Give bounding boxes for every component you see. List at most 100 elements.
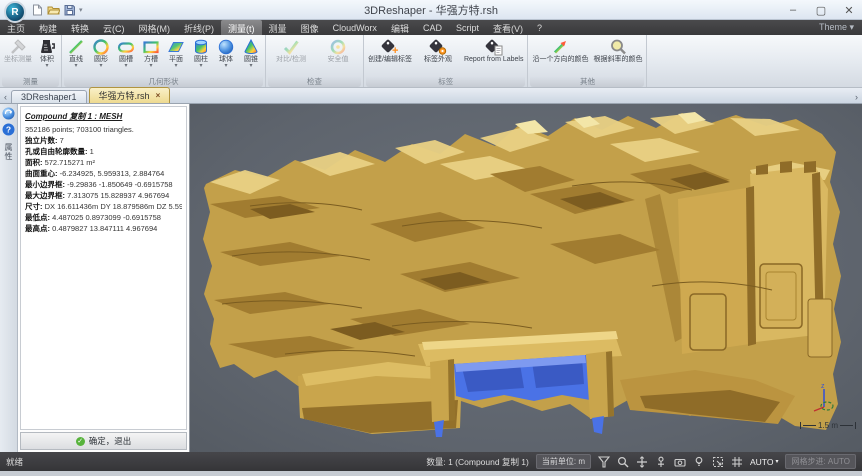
light-icon[interactable] [693, 456, 705, 468]
property-bbox-min: 最小边界框: -9.29836 -1.850649 -0.6915758 [25, 179, 182, 190]
caliper-icon [9, 37, 27, 56]
chevron-down-icon[interactable]: ▾ [99, 64, 102, 69]
chevron-down-icon[interactable]: ▾ [249, 64, 252, 69]
ribbon-group-inspect: 对比/检测 安全值 检查 [266, 35, 364, 87]
menu-bar: 主页 构建 转换 云(C) 网格(M) 折线(P) 测量(t) 测量 图像 Cl… [0, 20, 862, 35]
round-slot-shape-icon [117, 37, 135, 56]
grid-icon[interactable] [731, 456, 743, 468]
ribbon-empty-area [647, 35, 862, 87]
doc-tab-huaqiangfangte[interactable]: 华强方特.rsh × [89, 87, 171, 103]
minimize-button[interactable]: – [786, 4, 800, 16]
ribbon-group-label-measure: 测量 [2, 76, 59, 87]
coordinate-measure-button[interactable]: 坐标测量 [2, 36, 34, 65]
color-by-slope-button[interactable]: 根据斜率的颜色 [591, 36, 644, 65]
property-independent-pieces: 独立片数: 7 [25, 135, 182, 146]
chevron-down-icon[interactable]: ▾ [149, 64, 152, 69]
grid-step-indicator: 网格步进: AUTO [785, 454, 856, 469]
maximize-button[interactable]: ▢ [814, 4, 828, 17]
menu-tab-image[interactable]: 图像 [294, 20, 326, 35]
gradient-arrow-icon [551, 37, 569, 56]
app-window: R ▾ 3DReshaper - 华强方特.rsh – ▢ ✕ 主页 构建 转换… [0, 0, 862, 476]
tab-scroll-right-icon[interactable]: › [853, 92, 860, 103]
scale-bar-label: 1.5 m [818, 421, 838, 430]
camera-orientation-icon[interactable] [674, 456, 686, 468]
theme-selector[interactable]: Theme ▾ [819, 22, 854, 33]
rotation-center-icon[interactable] [655, 456, 667, 468]
menu-tab-cloud[interactable]: 云(C) [96, 20, 132, 35]
create-edit-label-button[interactable]: + 创建/编辑标签 [366, 36, 414, 65]
checkmark-icon [282, 37, 300, 56]
axis-z-label: z [821, 383, 825, 390]
filter-icon[interactable] [598, 456, 610, 468]
auto-dropdown[interactable]: AUTO▾ [750, 457, 778, 467]
menu-tab-convert[interactable]: 转换 [64, 20, 96, 35]
menu-tab-probe[interactable]: 测量 [262, 20, 294, 35]
label-appearance-button[interactable]: 标签外观 [415, 36, 461, 65]
chevron-down-icon[interactable]: ▾ [199, 64, 202, 69]
menu-tab-edit[interactable]: 编辑 [384, 20, 416, 35]
line-shape-icon [67, 37, 85, 56]
chevron-down-icon[interactable]: ▾ [124, 64, 127, 69]
help-icon[interactable]: ? [2, 123, 15, 136]
menu-tab-construct[interactable]: 构建 [32, 20, 64, 35]
line-tool-button[interactable]: 直线▾ [64, 36, 88, 70]
cone-shape-icon [242, 37, 260, 56]
safety-value-button[interactable]: 安全值 [315, 36, 361, 65]
confirm-exit-button[interactable]: ✓ 确定，退出 [20, 432, 187, 450]
property-holes-contours: 孔或自由轮廓数量: 1 [25, 146, 182, 157]
property-surface-centroid: 曲面重心: -6.234925, 5.959313, 2.884764 [25, 168, 182, 179]
ribbon-group-labels: + 创建/编辑标签 标签外观 Report from Labels 标签 [364, 35, 528, 87]
tab-scroll-left-icon[interactable]: ‹ [2, 92, 9, 103]
tab-close-icon[interactable]: × [156, 91, 161, 100]
status-units[interactable]: 当前单位: m [536, 454, 591, 469]
ribbon-group-label-geometry: 几何形状 [64, 76, 263, 87]
menu-tab-mesh[interactable]: 网格(M) [132, 20, 178, 35]
doc-tab-3dreshaper1[interactable]: 3DReshaper1 [11, 90, 87, 103]
chevron-down-icon[interactable]: ▾ [174, 64, 177, 69]
selection-mode-icon[interactable] [712, 456, 724, 468]
sphere-tool-button[interactable]: 球体▾ [214, 36, 238, 70]
menu-tab-polyline[interactable]: 折线(P) [177, 20, 221, 35]
menu-tab-cloudworx[interactable]: CloudWorx [326, 20, 384, 35]
properties-dock-tab[interactable]: 属性 [3, 143, 14, 161]
rect-slot-tool-button[interactable]: 方槽▾ [139, 36, 163, 70]
round-slot-tool-button[interactable]: 圆槽▾ [114, 36, 138, 70]
menu-tab-view[interactable]: 查看(V) [486, 20, 530, 35]
viewport-3d[interactable]: z 1.5 m [190, 104, 862, 452]
rotate-view-icon[interactable] [2, 107, 15, 120]
circle-shape-icon [92, 37, 110, 56]
menu-tab-help[interactable]: ? [530, 20, 549, 35]
tag-report-icon [484, 37, 504, 56]
volume-button[interactable]: 体积 ▾ [35, 36, 59, 70]
compare-inspect-button[interactable]: 对比/检测 [268, 36, 314, 65]
rect-slot-shape-icon [142, 37, 160, 56]
magnifier-icon [609, 37, 627, 56]
tag-gear-icon [428, 37, 448, 56]
chevron-down-icon[interactable]: ▾ [224, 64, 227, 69]
circle-tool-button[interactable]: 圆形▾ [89, 36, 113, 70]
document-tab-strip: ‹ 3DReshaper1 华强方特.rsh × › [0, 88, 862, 104]
cone-tool-button[interactable]: 圆锥▾ [239, 36, 263, 70]
mesh-3d-model [190, 104, 862, 452]
close-button[interactable]: ✕ [842, 4, 856, 17]
zoom-icon[interactable] [617, 456, 629, 468]
window-controls: – ▢ ✕ [786, 0, 856, 20]
color-along-direction-button[interactable]: 沿一个方向的颜色 [530, 36, 590, 65]
menu-tab-cad[interactable]: CAD [416, 20, 449, 35]
svg-text:?: ? [6, 125, 11, 135]
chevron-down-icon[interactable]: ▾ [45, 64, 48, 69]
report-from-labels-button[interactable]: Report from Labels [462, 36, 526, 65]
status-ready-text: 就绪 [6, 456, 23, 468]
plane-shape-icon [167, 37, 185, 56]
plane-tool-button[interactable]: 平面▾ [164, 36, 188, 70]
cylinder-tool-button[interactable]: 圆柱▾ [189, 36, 213, 70]
app-logo-icon[interactable]: R [4, 1, 26, 23]
status-bar: 就绪 数量: 1 (Compound 复制 1) 当前单位: m AUTO▾ 网… [0, 452, 862, 471]
menu-tab-script[interactable]: Script [449, 20, 486, 35]
pan-icon[interactable] [636, 456, 648, 468]
property-points-triangles: 352186 points; 703100 triangles. [25, 124, 182, 135]
property-highest-point: 最高点: 0.4879827 13.847111 4.967694 [25, 223, 182, 234]
menu-tab-measure-active[interactable]: 测量(t) [221, 20, 262, 35]
ribbon-group-misc: 沿一个方向的颜色 根据斜率的颜色 其他 [528, 35, 647, 87]
chevron-down-icon[interactable]: ▾ [74, 64, 77, 69]
